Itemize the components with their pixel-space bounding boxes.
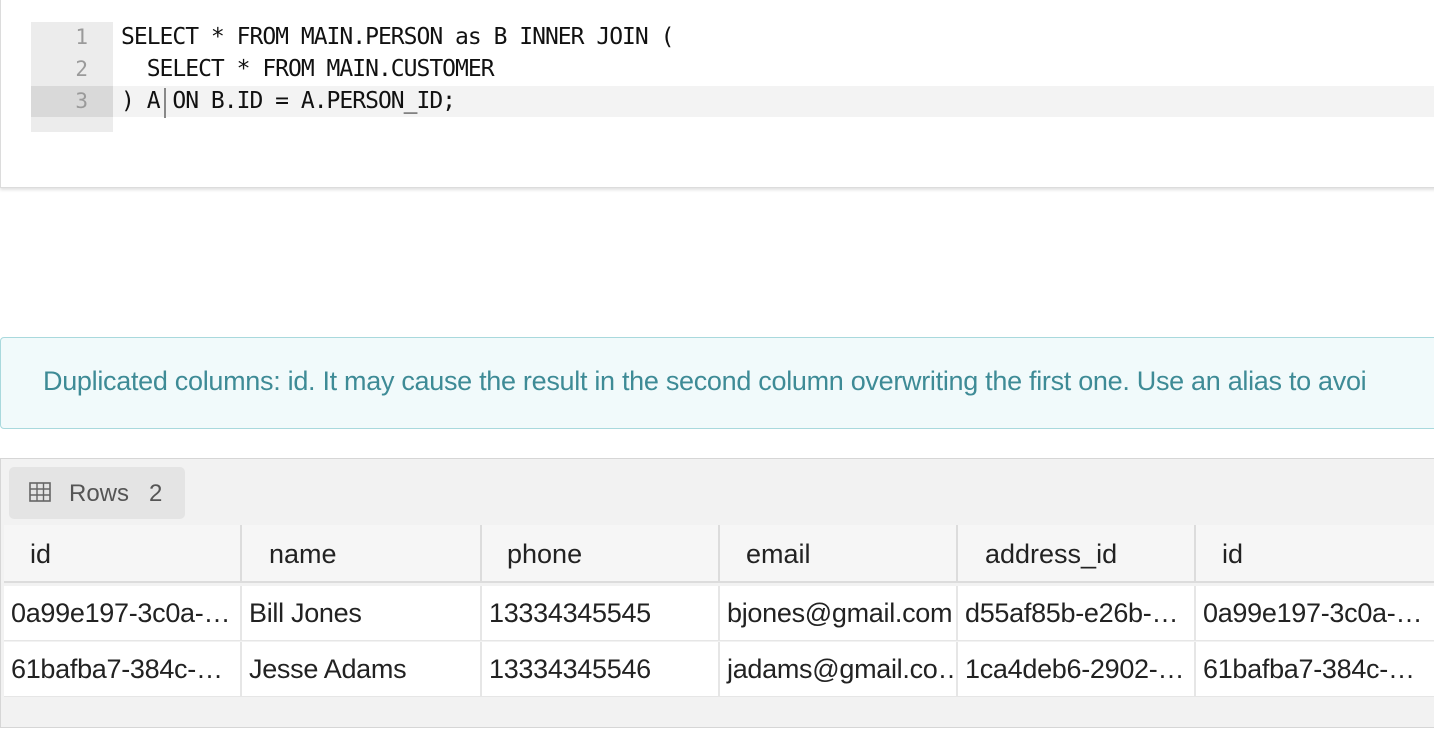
column-header[interactable]: address_id (958, 525, 1196, 583)
cell-text: 61bafba7-384c-… (1203, 654, 1415, 684)
cell-text: 13334345545 (489, 598, 651, 628)
table-icon (29, 482, 51, 502)
table-cell[interactable]: bjones@gmail.com (720, 586, 958, 641)
column-header[interactable]: phone (482, 525, 720, 583)
cell-text: Jesse Adams (249, 654, 407, 684)
code-line-2[interactable]: 2 SELECT * FROM MAIN.CUSTOMER (31, 54, 1434, 85)
column-header-label: phone (507, 539, 583, 569)
column-header[interactable]: name (242, 525, 482, 583)
text-cursor (164, 88, 166, 118)
column-header[interactable]: email (720, 525, 958, 583)
line-number: 2 (75, 57, 88, 81)
column-header-label: id (1222, 539, 1244, 569)
table-cell[interactable]: Jesse Adams (242, 642, 482, 697)
rows-tab[interactable]: Rows 2 (9, 467, 185, 519)
table-cell[interactable]: d55af85b-e26b-… (958, 586, 1196, 641)
code-text[interactable]: ) A ON B.ID = A.PERSON_ID; (121, 86, 456, 117)
column-header-label: id (30, 539, 52, 569)
table-cell[interactable]: Bill Jones (242, 586, 482, 641)
table-cell[interactable]: 61bafba7-384c-… (1196, 642, 1434, 697)
cell-text: 13334345546 (489, 654, 651, 684)
table-cell[interactable]: 1ca4deb6-2902-… (958, 642, 1196, 697)
code-line-1[interactable]: 1 SELECT * FROM MAIN.PERSON as B INNER J… (31, 22, 1434, 53)
cell-text: 61bafba7-384c-… (11, 654, 223, 684)
cell-text: 1ca4deb6-2902-… (965, 654, 1185, 684)
sql-editor[interactable]: 1 SELECT * FROM MAIN.PERSON as B INNER J… (0, 0, 1434, 188)
cell-text: bjones@gmail.com (727, 598, 953, 628)
column-header-label: email (746, 539, 811, 569)
code-text[interactable]: SELECT * FROM MAIN.CUSTOMER (121, 54, 495, 85)
table-cell[interactable]: 13334345545 (482, 586, 720, 641)
cell-text: 0a99e197-3c0a-… (1203, 598, 1423, 628)
results-panel: Rows 2 id name phone email address_id id… (0, 458, 1434, 728)
rows-count-badge: 2 (149, 480, 163, 507)
column-header-label: address_id (985, 539, 1118, 569)
line-number: 1 (75, 25, 88, 49)
cell-text: jadams@gmail.co… (727, 654, 958, 684)
cell-text: d55af85b-e26b-… (965, 598, 1179, 628)
table-cell[interactable]: jadams@gmail.co… (720, 642, 958, 697)
cell-text: 0a99e197-3c0a-… (11, 598, 231, 628)
code-line-3[interactable]: 3 ) A ON B.ID = A.PERSON_ID; (31, 86, 1434, 117)
cell-text: Bill Jones (249, 598, 362, 628)
table-cell[interactable]: 13334345546 (482, 642, 720, 697)
column-header-label: name (269, 539, 337, 569)
code-text[interactable]: SELECT * FROM MAIN.PERSON as B INNER JOI… (121, 22, 674, 53)
column-header[interactable]: id (1196, 525, 1434, 583)
column-header[interactable]: id (4, 525, 242, 583)
line-number: 3 (31, 86, 113, 117)
rows-tab-label: Rows (69, 480, 130, 507)
table-cell[interactable]: 0a99e197-3c0a-… (4, 586, 242, 641)
table-cell[interactable]: 61bafba7-384c-… (4, 642, 242, 697)
duplicate-columns-warning: Duplicated columns: id. It may cause the… (0, 337, 1434, 429)
warning-text: Duplicated columns: id. It may cause the… (43, 366, 1367, 396)
table-cell[interactable]: 0a99e197-3c0a-… (1196, 586, 1434, 641)
